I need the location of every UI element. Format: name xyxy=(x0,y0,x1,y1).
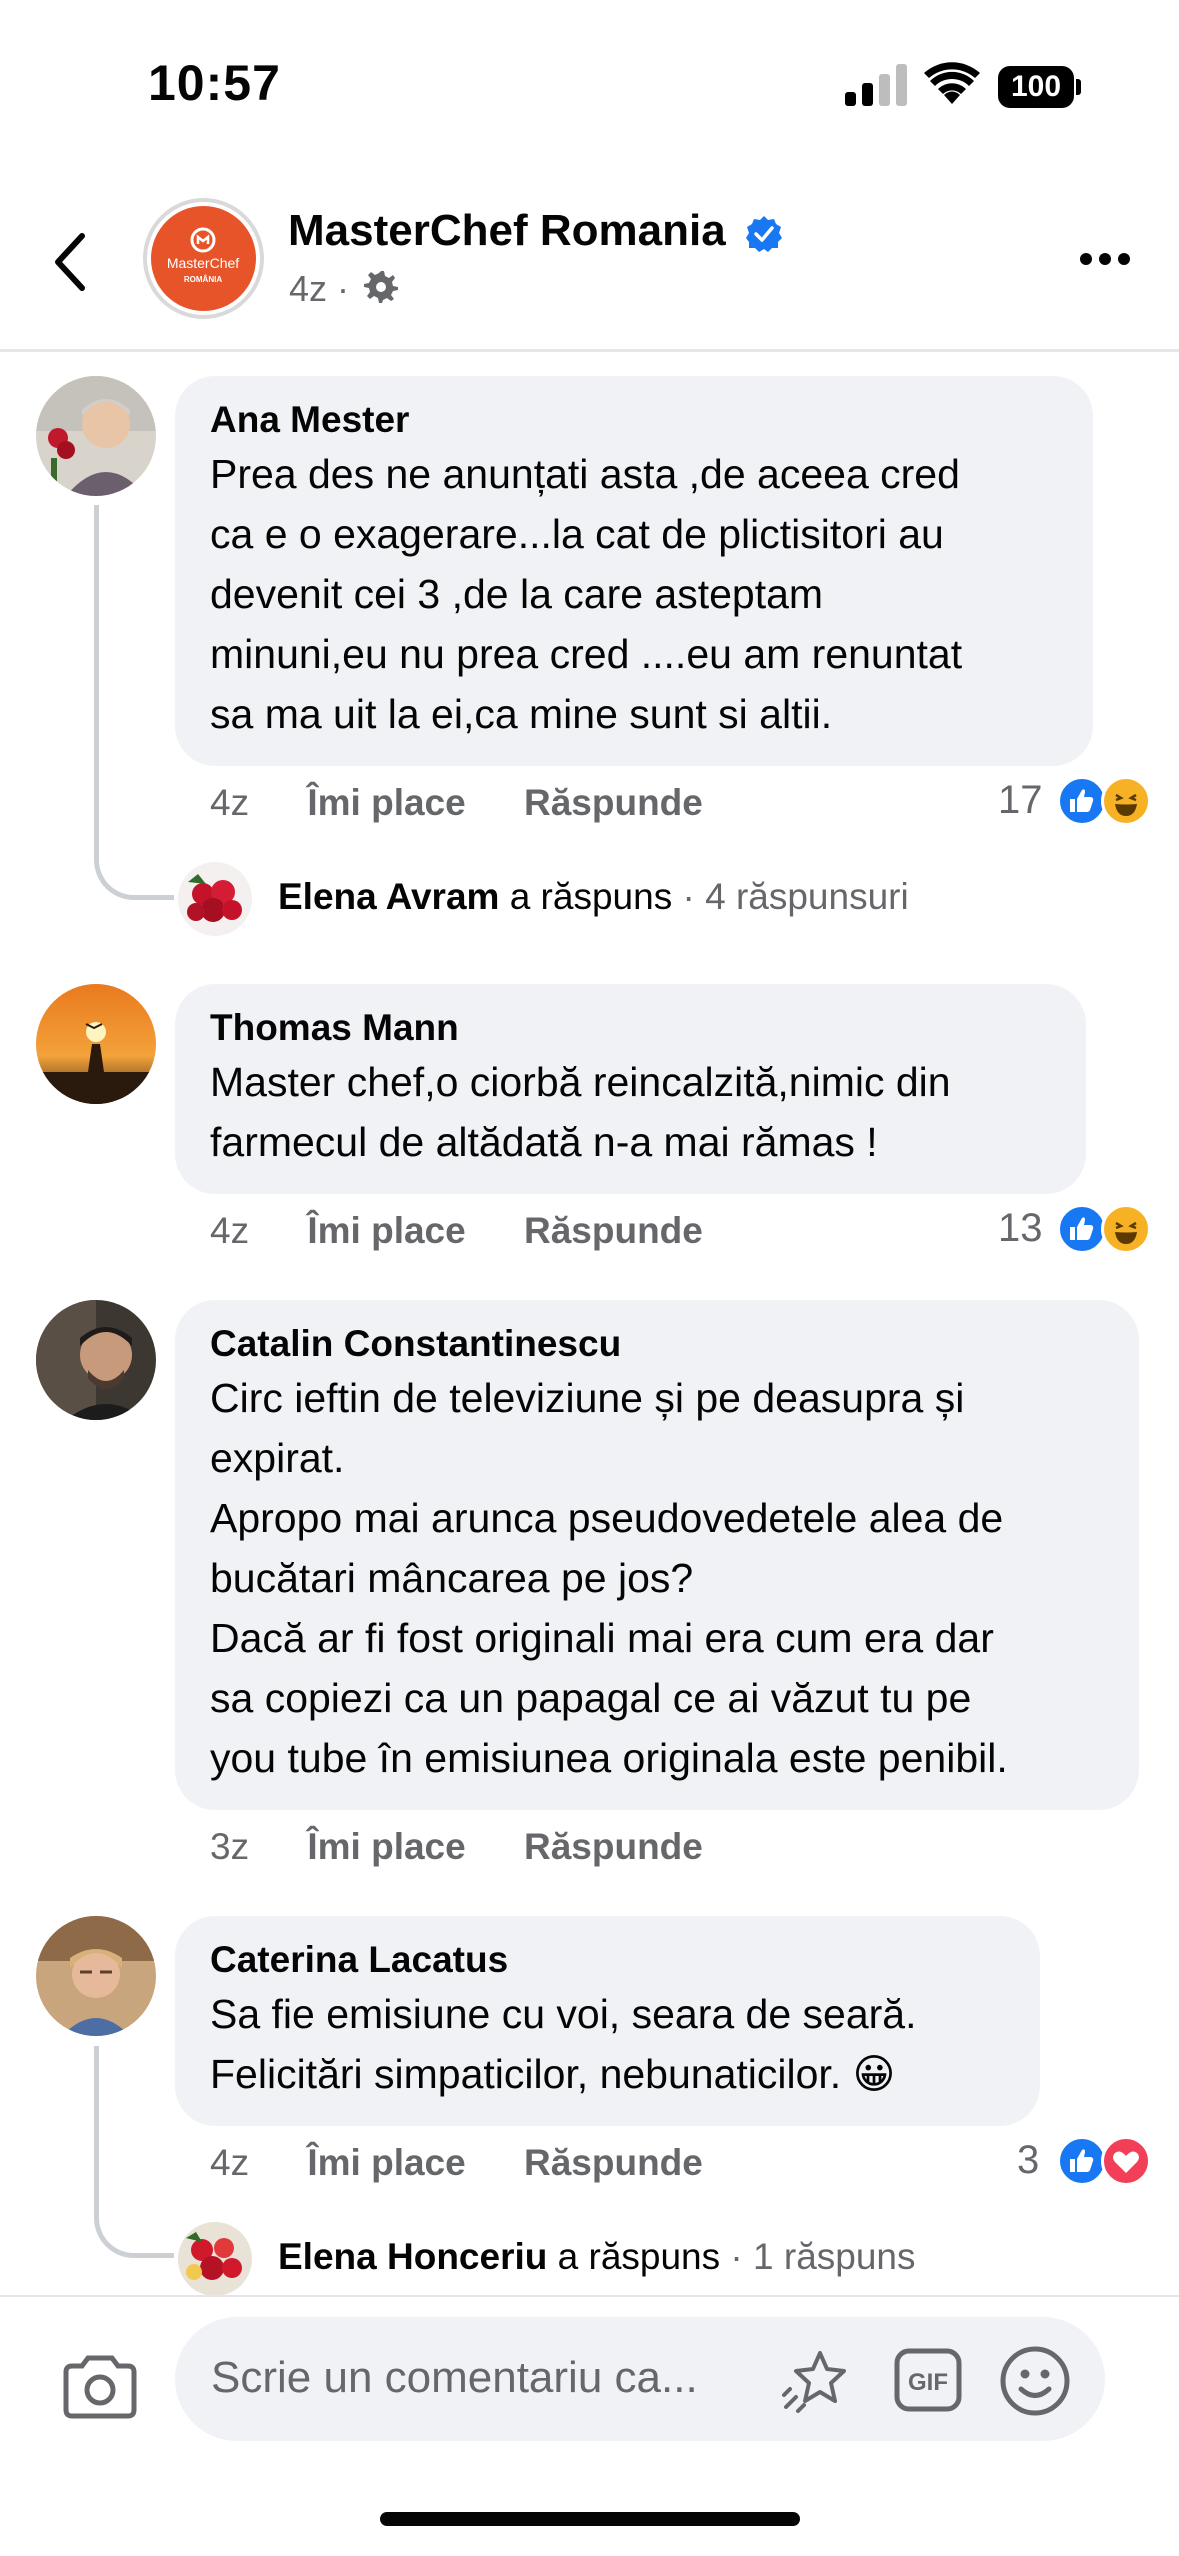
back-chevron-icon[interactable] xyxy=(40,222,100,302)
home-indicator[interactable] xyxy=(380,2512,800,2526)
comment-bubble[interactable]: Ana Mester Prea des ne anunțati asta ,de… xyxy=(175,376,1093,766)
reply-avatar xyxy=(178,862,252,936)
gear-icon xyxy=(364,271,398,303)
haha-icon xyxy=(1101,776,1151,826)
comment-text: Circ ieftin de televiziune și pe deasupr… xyxy=(210,1375,1008,1781)
comment-age: 4z xyxy=(210,1210,250,1251)
svg-text:GIF: GIF xyxy=(908,2369,948,2396)
meta-separator: · xyxy=(337,268,350,309)
reply-summary[interactable]: Elena Honceriu a răspuns · 1 răspuns xyxy=(278,2236,916,2278)
reaction-count[interactable]: 13 xyxy=(998,1206,1043,1251)
comment-actions: 3z Îmi place Răspunde xyxy=(210,1826,751,1868)
comment-text: Master chef,o ciorbă reincalzită,nimic d… xyxy=(210,1059,951,1165)
thread-line xyxy=(94,2046,174,2258)
avatar[interactable] xyxy=(36,376,156,496)
reply-button[interactable]: Răspunde xyxy=(524,2142,703,2183)
reactions[interactable] xyxy=(1057,2136,1157,2186)
comment-author[interactable]: Caterina Lacatus xyxy=(210,1936,1005,1984)
love-icon xyxy=(1101,2136,1151,2186)
reply-avatar xyxy=(178,2222,252,2296)
avatar[interactable] xyxy=(36,984,156,1104)
post-meta: 4z · xyxy=(289,268,349,310)
replies-link[interactable]: Elena Honceriu a răspuns · 1 răspuns xyxy=(178,2222,998,2298)
status-time: 10:57 xyxy=(148,55,281,111)
reply-author[interactable]: Elena Honceriu xyxy=(278,2236,547,2277)
reply-verb: a răspuns xyxy=(557,2236,721,2277)
page-avatar[interactable]: MasterChef ROMÂNIA xyxy=(143,198,264,319)
like-icon xyxy=(1057,1204,1107,1254)
masterchef-logo: MasterChef ROMÂNIA xyxy=(151,206,256,311)
comment-actions: 4z Îmi place Răspunde xyxy=(210,782,751,824)
like-icon xyxy=(1057,2136,1107,2186)
replies-link[interactable]: Elena Avram a răspuns · 4 răspunsuri xyxy=(178,862,998,938)
reply-verb: a răspuns xyxy=(509,876,673,917)
verified-badge-icon xyxy=(746,216,782,252)
svg-text:MasterChef: MasterChef xyxy=(167,255,239,271)
wifi-icon xyxy=(924,62,980,104)
comment-author[interactable]: Thomas Mann xyxy=(210,1004,1051,1052)
reply-summary[interactable]: Elena Avram a răspuns · 4 răspunsuri xyxy=(278,876,909,918)
comment-age: 4z xyxy=(210,2142,250,2183)
like-button[interactable]: Îmi place xyxy=(307,782,465,823)
reply-button[interactable]: Răspunde xyxy=(524,1826,703,1867)
avatar[interactable] xyxy=(36,1916,156,2036)
like-button[interactable]: Îmi place xyxy=(307,1210,465,1251)
page-name[interactable]: MasterChef Romania xyxy=(288,206,726,256)
comment-author[interactable]: Catalin Constantinescu xyxy=(210,1320,1104,1368)
status-bar: 10:57 100 xyxy=(0,0,1179,170)
like-icon xyxy=(1057,776,1107,826)
comment-placeholder: Scrie un comentariu ca... xyxy=(211,2353,698,2402)
reaction-count[interactable]: 17 xyxy=(998,778,1043,823)
post-age: 4z xyxy=(289,268,328,309)
camera-icon[interactable] xyxy=(60,2354,140,2420)
emoji-icon[interactable] xyxy=(998,2344,1072,2418)
comment-bubble[interactable]: Caterina Lacatus Sa fie emisiune cu voi,… xyxy=(175,1916,1040,2126)
more-options-button[interactable] xyxy=(1075,240,1135,280)
reply-author[interactable]: Elena Avram xyxy=(278,876,499,917)
reply-button[interactable]: Răspunde xyxy=(524,1210,703,1251)
reactions[interactable] xyxy=(1057,776,1157,826)
reactions[interactable] xyxy=(1057,1204,1157,1254)
reaction-count[interactable]: 3 xyxy=(1017,2138,1039,2183)
comment-composer: Scrie un comentariu ca... GIF xyxy=(0,2295,1179,2465)
comment-actions: 4z Îmi place Răspunde xyxy=(210,2142,751,2184)
battery-level: 100 xyxy=(998,66,1074,108)
reply-button[interactable]: Răspunde xyxy=(524,782,703,823)
reply-count: · 1 răspuns xyxy=(730,2236,916,2277)
comment-text: Sa fie emisiune cu voi, seara de seară. … xyxy=(210,1991,917,2097)
comment-text: Prea des ne anunțati asta ,de aceea cred… xyxy=(210,451,963,737)
comment-age: 4z xyxy=(210,782,250,823)
svg-text:ROMÂNIA: ROMÂNIA xyxy=(184,275,222,284)
comment-actions: 4z Îmi place Răspunde xyxy=(210,1210,751,1252)
comment-bubble[interactable]: Catalin Constantinescu Circ ieftin de te… xyxy=(175,1300,1139,1810)
cellular-signal-icon xyxy=(845,64,907,106)
battery-icon: 100 xyxy=(998,66,1081,108)
like-button[interactable]: Îmi place xyxy=(307,2142,465,2183)
avatar[interactable] xyxy=(36,1300,156,1420)
comment-age: 3z xyxy=(210,1826,250,1867)
haha-icon xyxy=(1101,1204,1151,1254)
comment-input[interactable]: Scrie un comentariu ca... GIF xyxy=(175,2317,1105,2441)
comment-bubble[interactable]: Thomas Mann Master chef,o ciorbă reincal… xyxy=(175,984,1086,1194)
like-button[interactable]: Îmi place xyxy=(307,1826,465,1867)
reply-count: · 4 răspunsuri xyxy=(682,876,909,917)
sticker-icon[interactable] xyxy=(780,2347,854,2417)
post-header: MasterChef ROMÂNIA MasterChef Romania 4z… xyxy=(0,180,1179,352)
gif-icon[interactable]: GIF xyxy=(893,2347,963,2413)
comment-author[interactable]: Ana Mester xyxy=(210,396,1058,444)
thread-line xyxy=(94,505,174,900)
